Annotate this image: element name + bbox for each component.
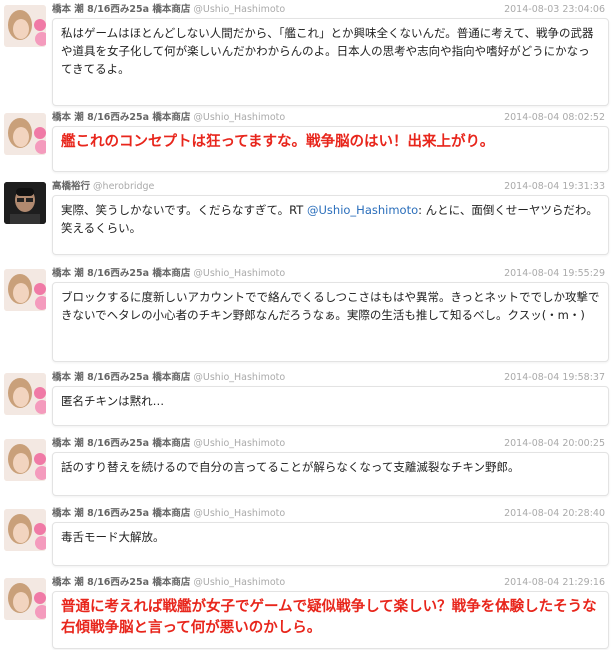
tweet: 橋本 潮 8/16西み25a 橋本商店 @Ushio_Hashimoto 201… <box>0 504 615 572</box>
timestamp[interactable]: 2014-08-04 21:29:16 <box>504 576 605 590</box>
author-handle[interactable]: @Ushio_Hashimoto <box>193 508 285 519</box>
tweet-bubble: 匿名チキンは黙れ… <box>52 386 609 426</box>
timestamp[interactable]: 2014-08-04 20:28:40 <box>504 507 605 521</box>
tweet-bubble: 艦これのコンセプトは狂ってますな。戦争脳のはい！出来上がり。 <box>52 126 609 172</box>
tweet: 橋本 潮 8/16西み25a 橋本商店 @Ushio_Hashimoto 201… <box>0 368 615 436</box>
avatar[interactable] <box>4 439 46 481</box>
tweet-text: 私はゲームはほとんどしない人間だから、「艦これ」とか興味全くないんだ。普通に考え… <box>61 26 594 76</box>
timestamp[interactable]: 2014-08-04 19:58:37 <box>504 371 605 385</box>
tweet-bubble: ブロックするに度新しいアカウントでで絡んでくるしつこさはもはや異常。きっとネット… <box>52 282 609 362</box>
tweet-bubble: 話のすり替えを続けるので自分の言ってることが解らなくなって支離滅裂なチキン野郎。 <box>52 452 609 496</box>
tweet-text: 匿名チキンは黙れ… <box>61 394 165 408</box>
tweet-text: 艦これのコンセプトは狂ってますな。戦争脳のはい！出来上がり。 <box>61 134 495 150</box>
author-handle[interactable]: @Ushio_Hashimoto <box>193 372 285 383</box>
author-name[interactable]: 高橋裕行 <box>52 181 90 192</box>
tweet-bubble: 私はゲームはほとんどしない人間だから、「艦これ」とか興味全くないんだ。普通に考え… <box>52 18 609 106</box>
author-name[interactable]: 橋本 潮 8/16西み25a 橋本商店 <box>52 508 190 519</box>
timestamp[interactable]: 2014-08-03 23:04:06 <box>504 3 605 17</box>
author-handle[interactable]: @Ushio_Hashimoto <box>193 577 285 588</box>
author-name[interactable]: 橋本 潮 8/16西み25a 橋本商店 <box>52 268 190 279</box>
author-name[interactable]: 橋本 潮 8/16西み25a 橋本商店 <box>52 372 190 383</box>
tweet-bubble: 実際、笑うしかないです。くだらなすぎて。RT @Ushio_Hashimoto:… <box>52 195 609 255</box>
avatar[interactable] <box>4 182 46 224</box>
tweet-meta: 橋本 潮 8/16西み25a 橋本商店 @Ushio_Hashimoto 201… <box>52 507 611 521</box>
user-avatar-icon <box>4 373 46 415</box>
user-avatar-icon <box>4 113 46 155</box>
author-name[interactable]: 橋本 潮 8/16西み25a 橋本商店 <box>52 577 190 588</box>
tweet-meta: 橋本 潮 8/16西み25a 橋本商店 @Ushio_Hashimoto 201… <box>52 371 611 385</box>
avatar[interactable] <box>4 5 46 47</box>
tweet-bubble: 毒舌モード大解放。 <box>52 522 609 566</box>
tweet-text: 普通に考えれば戦艦が女子でゲームで疑似戦争して楽しい？戦争を体験したそうな右傾戦… <box>61 599 597 636</box>
timestamp[interactable]: 2014-08-04 19:55:29 <box>504 267 605 281</box>
author-handle[interactable]: @Ushio_Hashimoto <box>193 112 285 123</box>
tweet-text-part: 実際、笑うしかないです。くだらなすぎて。RT <box>61 203 307 217</box>
tweet: 橋本 潮 8/16西み25a 橋本商店 @Ushio_Hashimoto 201… <box>0 0 615 112</box>
timestamp[interactable]: 2014-08-04 20:00:25 <box>504 437 605 451</box>
tweet-text: ブロックするに度新しいアカウントでで絡んでくるしつこさはもはや異常。きっとネット… <box>61 290 600 322</box>
mention-link[interactable]: @Ushio_Hashimoto <box>307 203 418 217</box>
avatar[interactable] <box>4 509 46 551</box>
user-avatar-icon <box>4 5 46 47</box>
author-name[interactable]: 橋本 潮 8/16西み25a 橋本商店 <box>52 112 190 123</box>
user-avatar-icon <box>4 269 46 311</box>
tweet-text: 実際、笑うしかないです。くだらなすぎて。RT @Ushio_Hashimoto:… <box>61 201 600 237</box>
user-avatar-icon <box>4 182 46 224</box>
tweet-meta: 橋本 潮 8/16西み25a 橋本商店 @Ushio_Hashimoto 201… <box>52 111 611 125</box>
tweet: 橋本 潮 8/16西み25a 橋本商店 @Ushio_Hashimoto 201… <box>0 264 615 368</box>
timestamp[interactable]: 2014-08-04 19:31:33 <box>504 180 605 194</box>
tweet-text: 話のすり替えを続けるので自分の言ってることが解らなくなって支離滅裂なチキン野郎。 <box>61 460 520 474</box>
tweet: 高橋裕行 @herobridge 2014-08-04 19:31:33 実際、… <box>0 177 615 259</box>
avatar[interactable] <box>4 578 46 620</box>
tweet-meta: 橋本 潮 8/16西み25a 橋本商店 @Ushio_Hashimoto 201… <box>52 576 611 590</box>
avatar[interactable] <box>4 113 46 155</box>
author-name[interactable]: 橋本 潮 8/16西み25a 橋本商店 <box>52 4 190 15</box>
author-handle[interactable]: @Ushio_Hashimoto <box>193 268 285 279</box>
tweet-meta: 橋本 潮 8/16西み25a 橋本商店 @Ushio_Hashimoto 201… <box>52 437 611 451</box>
timestamp[interactable]: 2014-08-04 08:02:52 <box>504 111 605 125</box>
tweet: 橋本 潮 8/16西み25a 橋本商店 @Ushio_Hashimoto 201… <box>0 434 615 504</box>
tweet-meta: 橋本 潮 8/16西み25a 橋本商店 @Ushio_Hashimoto 201… <box>52 3 611 17</box>
user-avatar-icon <box>4 439 46 481</box>
user-avatar-icon <box>4 509 46 551</box>
author-handle[interactable]: @herobridge <box>93 181 154 192</box>
tweet: 橋本 潮 8/16西み25a 橋本商店 @Ushio_Hashimoto 201… <box>0 573 615 650</box>
avatar[interactable] <box>4 269 46 311</box>
tweet-bubble: 普通に考えれば戦艦が女子でゲームで疑似戦争して楽しい？戦争を体験したそうな右傾戦… <box>52 591 609 649</box>
author-handle[interactable]: @Ushio_Hashimoto <box>193 438 285 449</box>
author-name[interactable]: 橋本 潮 8/16西み25a 橋本商店 <box>52 438 190 449</box>
tweet: 橋本 潮 8/16西み25a 橋本商店 @Ushio_Hashimoto 201… <box>0 108 615 180</box>
tweet-meta: 高橋裕行 @herobridge 2014-08-04 19:31:33 <box>52 180 611 194</box>
author-handle[interactable]: @Ushio_Hashimoto <box>193 4 285 15</box>
tweet-meta: 橋本 潮 8/16西み25a 橋本商店 @Ushio_Hashimoto 201… <box>52 267 611 281</box>
tweet-text: 毒舌モード大解放。 <box>61 530 165 544</box>
avatar[interactable] <box>4 373 46 415</box>
user-avatar-icon <box>4 578 46 620</box>
